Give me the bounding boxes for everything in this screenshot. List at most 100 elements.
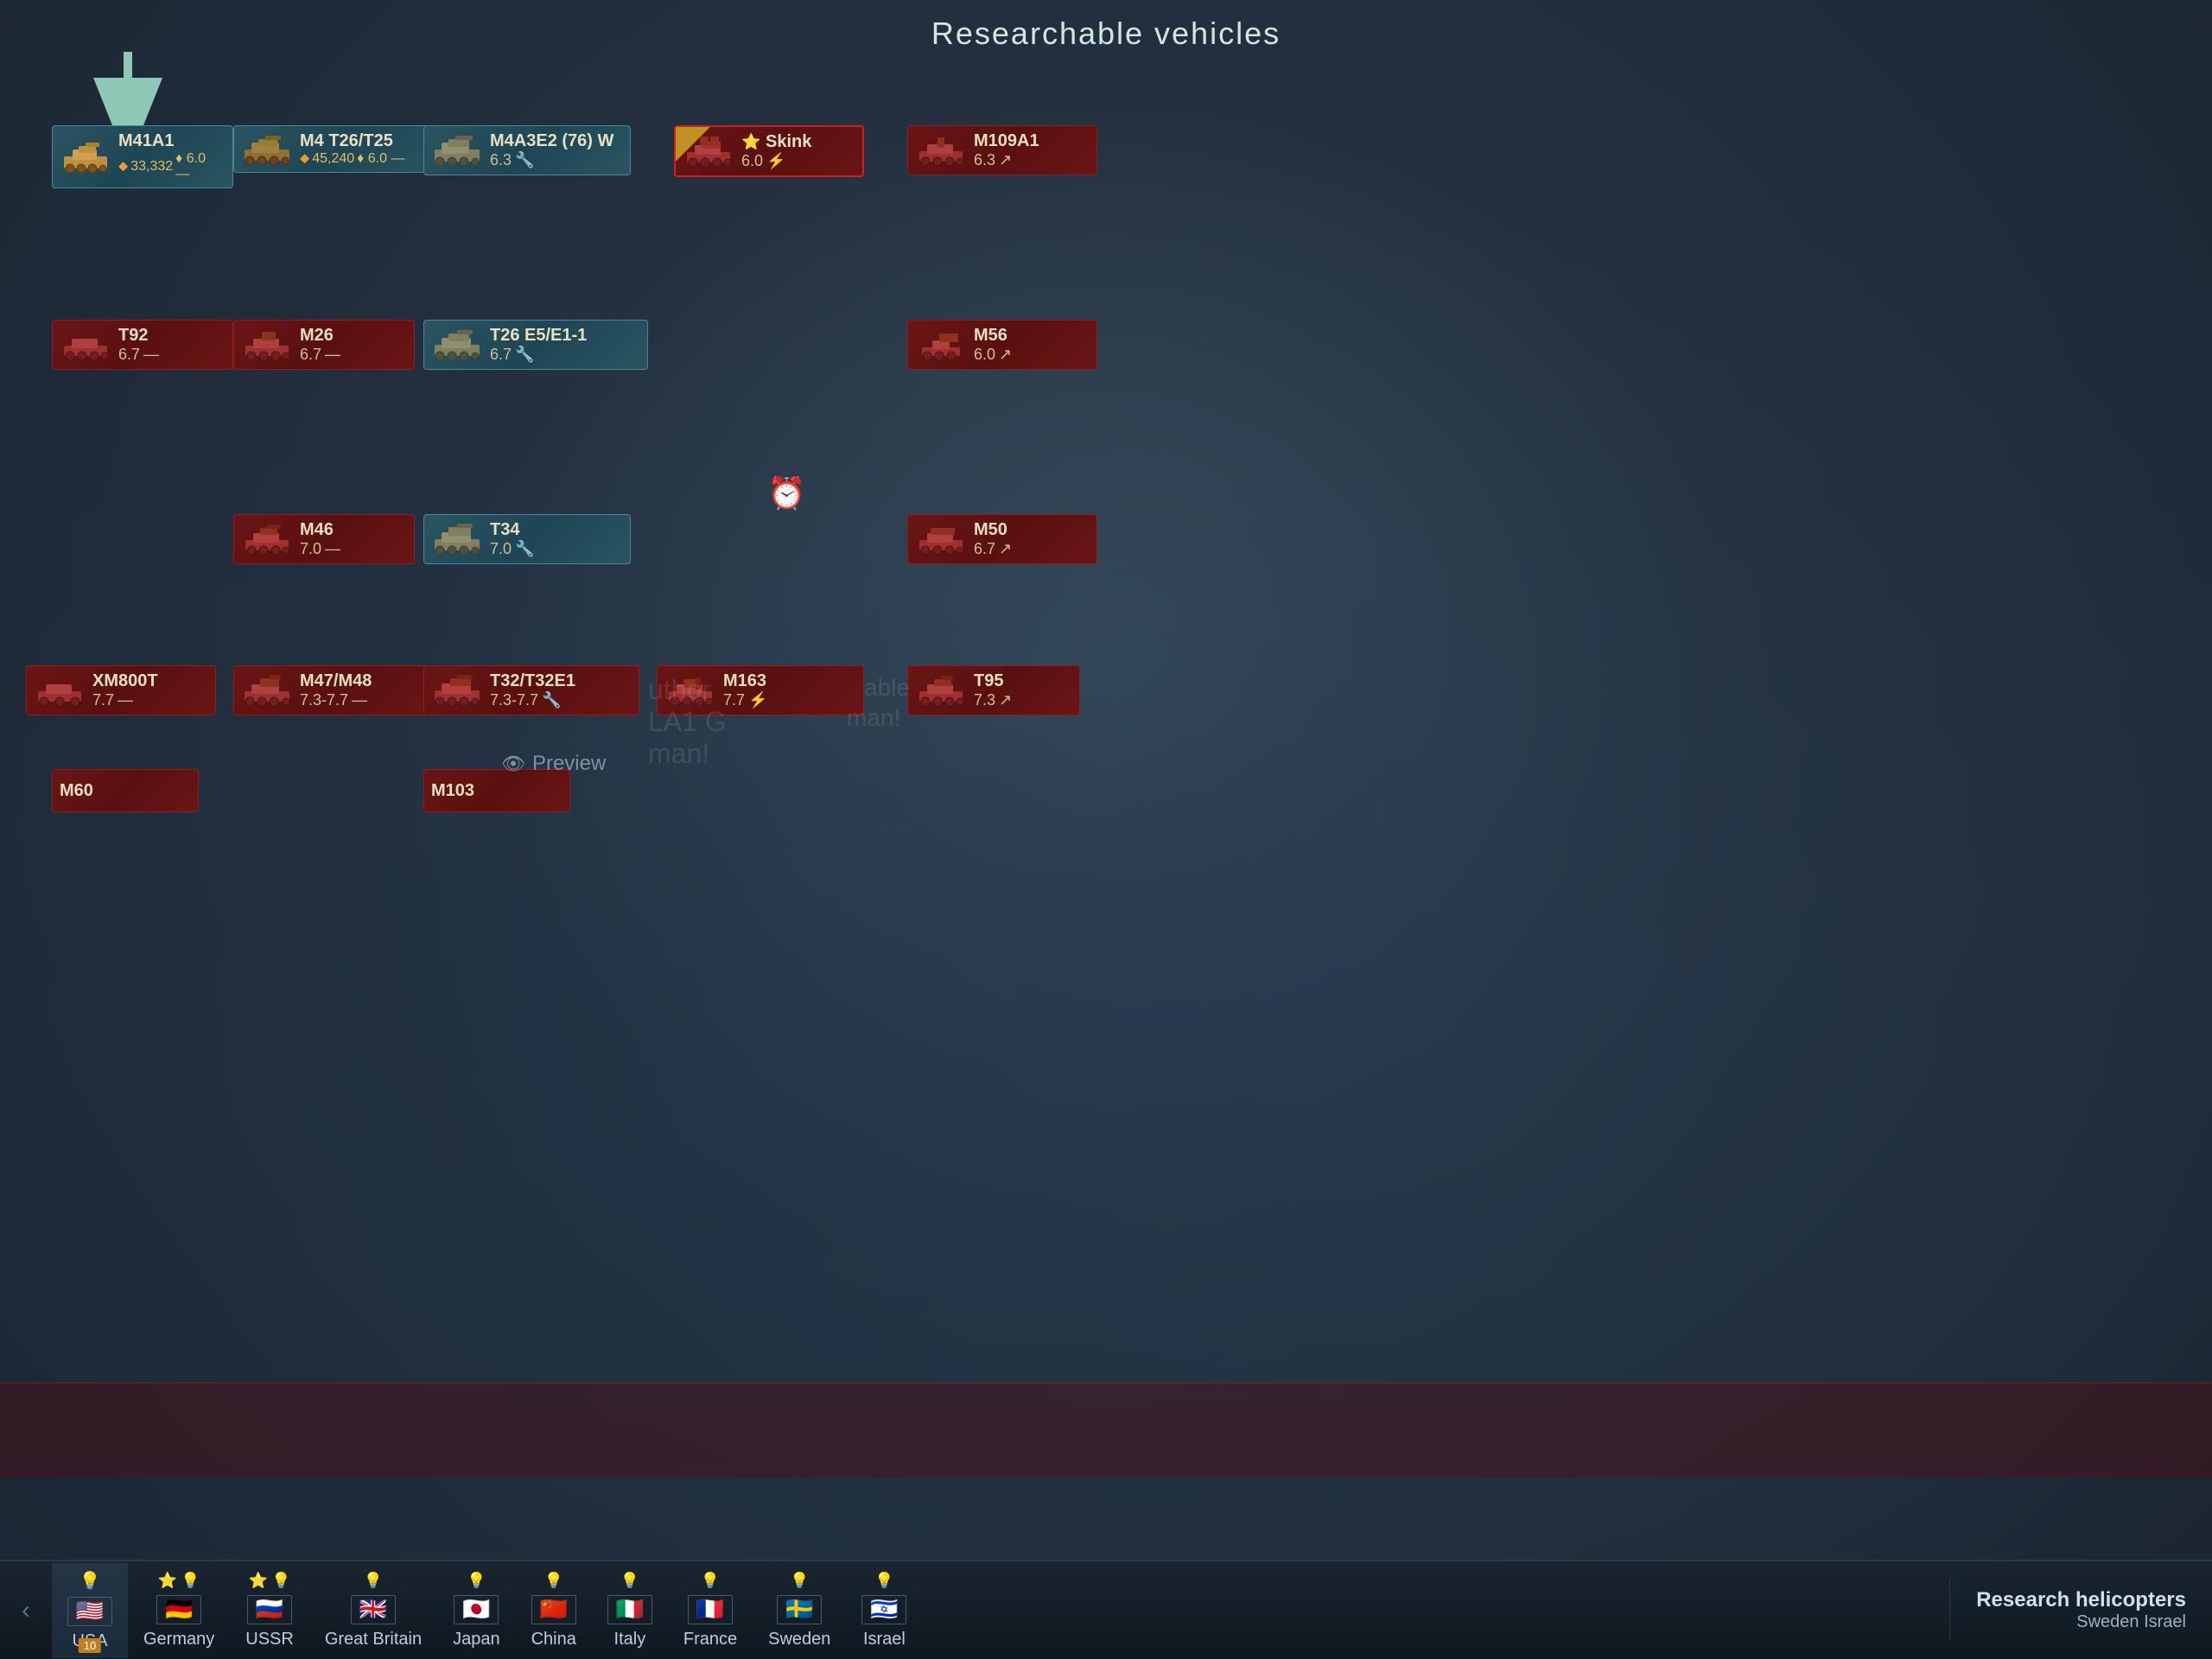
vehicle-card-t32t32e1[interactable]: T32/T32E1 7.3-7.7 🔧: [423, 665, 639, 715]
vehicle-card-m41a1[interactable]: M41A1 ⬥ 33,332 ♦ 6.0 —: [52, 125, 233, 188]
card-cost-m4t26t25: ⬥ 45,240 ♦ 6.0 —: [300, 151, 404, 167]
card-name-m41a1: M41A1: [118, 131, 222, 151]
tank-image-t92: [60, 327, 111, 362]
research-info-box: Research helicopters Sweden Israel: [1949, 1580, 2212, 1641]
nation-item-china[interactable]: 💡 🇨🇳 China: [516, 1565, 592, 1656]
china-flag: 🇨🇳: [531, 1595, 576, 1624]
nation-item-japan[interactable]: 💡 🇯🇵 Japan: [437, 1565, 516, 1656]
vehicle-card-m56[interactable]: M56 6.0 ↗: [907, 320, 1097, 370]
card-info-m109a1: M109A1 6.3 ↗: [974, 131, 1039, 169]
preview-button[interactable]: 👁 Preview: [501, 752, 606, 776]
vehicle-card-m4a3e2[interactable]: M4A3E2 (76) W 6.3 🔧: [423, 125, 631, 175]
card-info-m60: M60: [60, 781, 93, 801]
ussr-light-icon: 💡: [271, 1572, 290, 1590]
france-flag: 🇫🇷: [688, 1595, 733, 1624]
card-name-m163: M163: [723, 671, 767, 691]
card-br-t32t32e1: 7.3-7.7 🔧: [490, 691, 575, 709]
tank-image-t34: [431, 522, 483, 556]
card-name-m26: M26: [300, 326, 340, 346]
nation-item-gb[interactable]: 💡 🇬🇧 Great Britain: [309, 1565, 437, 1656]
tank-image-m50: [915, 522, 967, 556]
vehicle-card-t34[interactable]: T34 7.0 🔧: [423, 514, 631, 564]
card-name-m109a1: M109A1: [974, 131, 1039, 151]
gb-light-icon: 💡: [364, 1572, 383, 1590]
tank-icon-m50: [915, 523, 967, 556]
card-name-t34: T34: [490, 520, 534, 540]
germany-star-icon: ⭐: [158, 1572, 177, 1590]
china-label: China: [531, 1630, 576, 1649]
tank-icon-m163: [664, 674, 716, 707]
tank-icon-t34: [431, 523, 483, 556]
vehicle-card-m109a1[interactable]: M109A1 6.3 ↗: [907, 125, 1097, 175]
vehicle-card-m47m48[interactable]: M47/M48 7.3-7.7 —: [233, 665, 441, 715]
vehicle-card-m4t26t25[interactable]: M4 T26/T25 ⬥ 45,240 ♦ 6.0 —: [233, 125, 441, 173]
card-br-t34: 7.0 🔧: [490, 540, 534, 558]
france-light-icon: 💡: [701, 1572, 720, 1590]
card-info-t92: T92 6.7 —: [118, 326, 159, 364]
nation-item-sweden[interactable]: 💡 🇸🇪 Sweden: [753, 1565, 846, 1656]
card-info-m41a1: M41A1 ⬥ 33,332 ♦ 6.0 —: [118, 131, 222, 182]
ussr-star-icon: ⭐: [249, 1572, 268, 1590]
tank-image-m4a3e2: [431, 133, 483, 168]
vehicle-card-skink[interactable]: ⭐ Skink 6.0 ⚡: [674, 125, 864, 177]
vehicle-card-m60-partial[interactable]: M60: [52, 769, 199, 812]
nation-item-israel[interactable]: 💡 🇮🇱 Israel: [846, 1565, 922, 1656]
vehicle-card-t26e5[interactable]: T26 E5/E1-1 6.7 🔧: [423, 320, 648, 370]
card-name-m4a3e2: M4A3E2 (76) W: [490, 131, 613, 151]
tank-image-xm800t: [34, 673, 86, 708]
france-label: France: [683, 1630, 737, 1649]
italy-label: Italy: [614, 1630, 646, 1649]
nation-item-italy[interactable]: 💡 🇮🇹 Italy: [592, 1565, 668, 1656]
card-br-m109a1: 6.3 ↗: [974, 151, 1039, 169]
tank-icon-xm800t: [34, 674, 86, 707]
italy-light-icon: 💡: [620, 1572, 639, 1590]
vehicle-card-m46[interactable]: M46 7.0 —: [233, 514, 415, 564]
vehicle-card-m26[interactable]: M26 6.7 —: [233, 320, 415, 370]
japan-light-icon: 💡: [467, 1572, 486, 1590]
tank-icon-t95: [915, 674, 967, 707]
card-name-m103: M103: [431, 781, 474, 801]
tank-icon-t32t32e1: [431, 674, 483, 707]
card-info-t32t32e1: T32/T32E1 7.3-7.7 🔧: [490, 671, 575, 709]
nav-arrow-left[interactable]: ‹: [0, 1561, 52, 1659]
card-info-t95: T95 7.3 ↗: [974, 671, 1012, 709]
card-info-m103: M103: [431, 781, 474, 801]
tank-image-t26e5: [431, 327, 483, 362]
tank-icon-m47m48: [241, 674, 293, 707]
card-name-xm800t: XM800T: [92, 671, 158, 691]
card-name-m46: M46: [300, 520, 340, 540]
vehicle-card-xm800t[interactable]: XM800T 7.7 —: [26, 665, 216, 715]
vehicle-card-m50[interactable]: M50 6.7 ↗: [907, 514, 1097, 564]
vehicle-card-t95[interactable]: T95 7.3 ↗: [907, 665, 1080, 715]
vehicle-card-m163[interactable]: M163 7.7 ⚡: [657, 665, 864, 715]
card-br-m47m48: 7.3-7.7 —: [300, 691, 372, 709]
overlay-text-man: man!: [847, 704, 900, 732]
nation-item-germany[interactable]: ⭐ 💡 🇩🇪 Germany: [128, 1565, 230, 1656]
card-info-m26: M26 6.7 —: [300, 326, 340, 364]
sweden-flag: 🇸🇪: [777, 1595, 822, 1624]
tank-icon-t92: [60, 328, 111, 361]
nation-item-usa[interactable]: 💡 🇺🇸 USA 10: [52, 1563, 128, 1658]
research-info-title: Research helicopters: [1976, 1588, 2186, 1612]
israel-label: Israel: [863, 1630, 906, 1649]
card-info-m163: M163 7.7 ⚡: [723, 671, 767, 709]
card-br-m26: 6.7 —: [300, 346, 340, 364]
tank-icon-m109a1: [915, 134, 967, 167]
card-br-m4a3e2: 6.3 🔧: [490, 151, 613, 169]
overlay-text-able: able: [864, 674, 910, 702]
card-name-t32t32e1: T32/T32E1: [490, 671, 575, 691]
card-info-m47m48: M47/M48 7.3-7.7 —: [300, 671, 372, 709]
card-info-t34: T34 7.0 🔧: [490, 520, 534, 558]
nation-item-france[interactable]: 💡 🇫🇷 France: [668, 1565, 753, 1656]
germany-light-icon: 💡: [181, 1572, 200, 1590]
card-br-m56: 6.0 ↗: [974, 346, 1012, 364]
card-br-t26e5: 6.7 🔧: [490, 346, 587, 364]
tank-image-m47m48: [241, 673, 293, 708]
tank-icon-m56: [915, 328, 967, 361]
tank-icon-m26: [241, 328, 293, 361]
japan-flag: 🇯🇵: [454, 1595, 499, 1624]
card-br-t95: 7.3 ↗: [974, 691, 1012, 709]
tank-image-m4t26t25: [241, 132, 293, 167]
vehicle-card-t92[interactable]: T92 6.7 —: [52, 320, 233, 370]
nation-item-ussr[interactable]: ⭐ 💡 🇷🇺 USSR: [230, 1565, 309, 1656]
